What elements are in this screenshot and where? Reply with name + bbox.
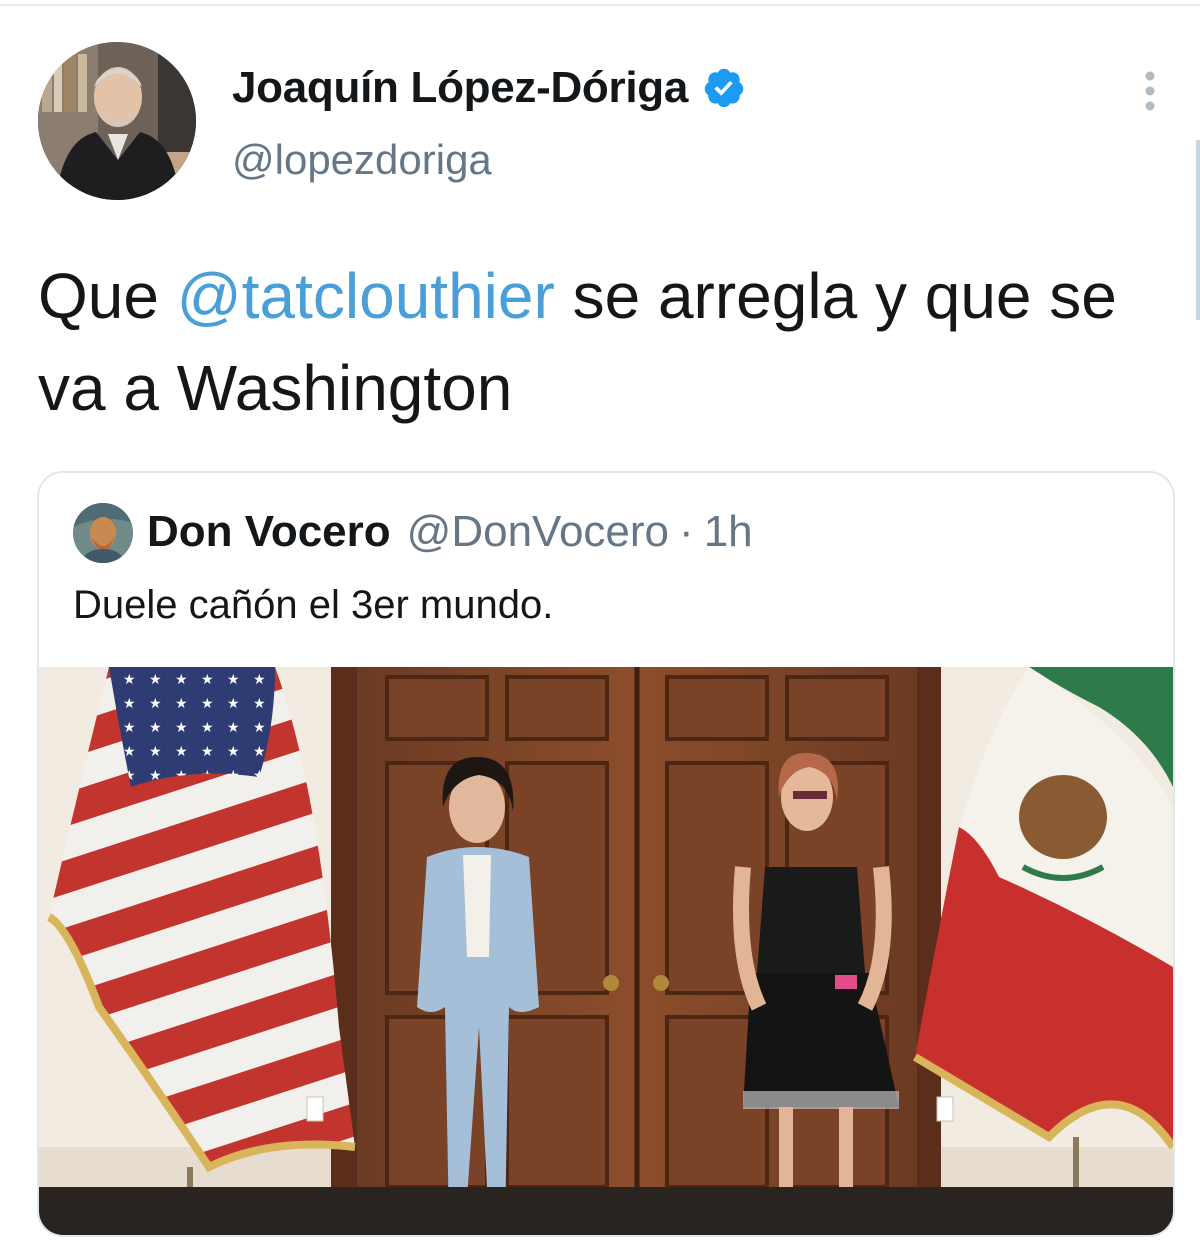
tweet-text: Que @tatclouthier se arregla y que se va… — [38, 250, 1178, 434]
quoted-author-name[interactable]: Don Vocero — [147, 507, 391, 557]
quoted-header: Don Vocero @DonVocero · 1h — [147, 507, 753, 559]
top-divider — [0, 4, 1200, 6]
more-vertical-icon[interactable] — [1136, 66, 1164, 116]
scroll-indicator — [1196, 140, 1200, 320]
author-handle[interactable]: @lopezdoriga — [232, 136, 492, 184]
quoted-text: Duele cañón el 3er mundo. — [73, 583, 554, 627]
quoted-author-handle[interactable]: @DonVocero — [407, 507, 669, 557]
quoted-photo[interactable]: ★ — [39, 667, 1173, 1235]
author-name[interactable]: Joaquín López-Dóriga — [232, 63, 688, 113]
tweet-text-prefix: Que — [38, 260, 177, 332]
quoted-timestamp[interactable]: 1h — [704, 507, 753, 557]
separator-dot: · — [679, 507, 694, 556]
verified-badge-icon — [704, 68, 744, 108]
quoted-author-avatar[interactable] — [73, 503, 133, 563]
author-avatar[interactable] — [38, 42, 196, 200]
author-name-row: Joaquín López-Dóriga — [232, 58, 746, 118]
mention-link[interactable]: @tatclouthier — [177, 260, 555, 332]
quoted-tweet-card[interactable]: Don Vocero @DonVocero · 1h Duele cañón e… — [37, 471, 1175, 1237]
